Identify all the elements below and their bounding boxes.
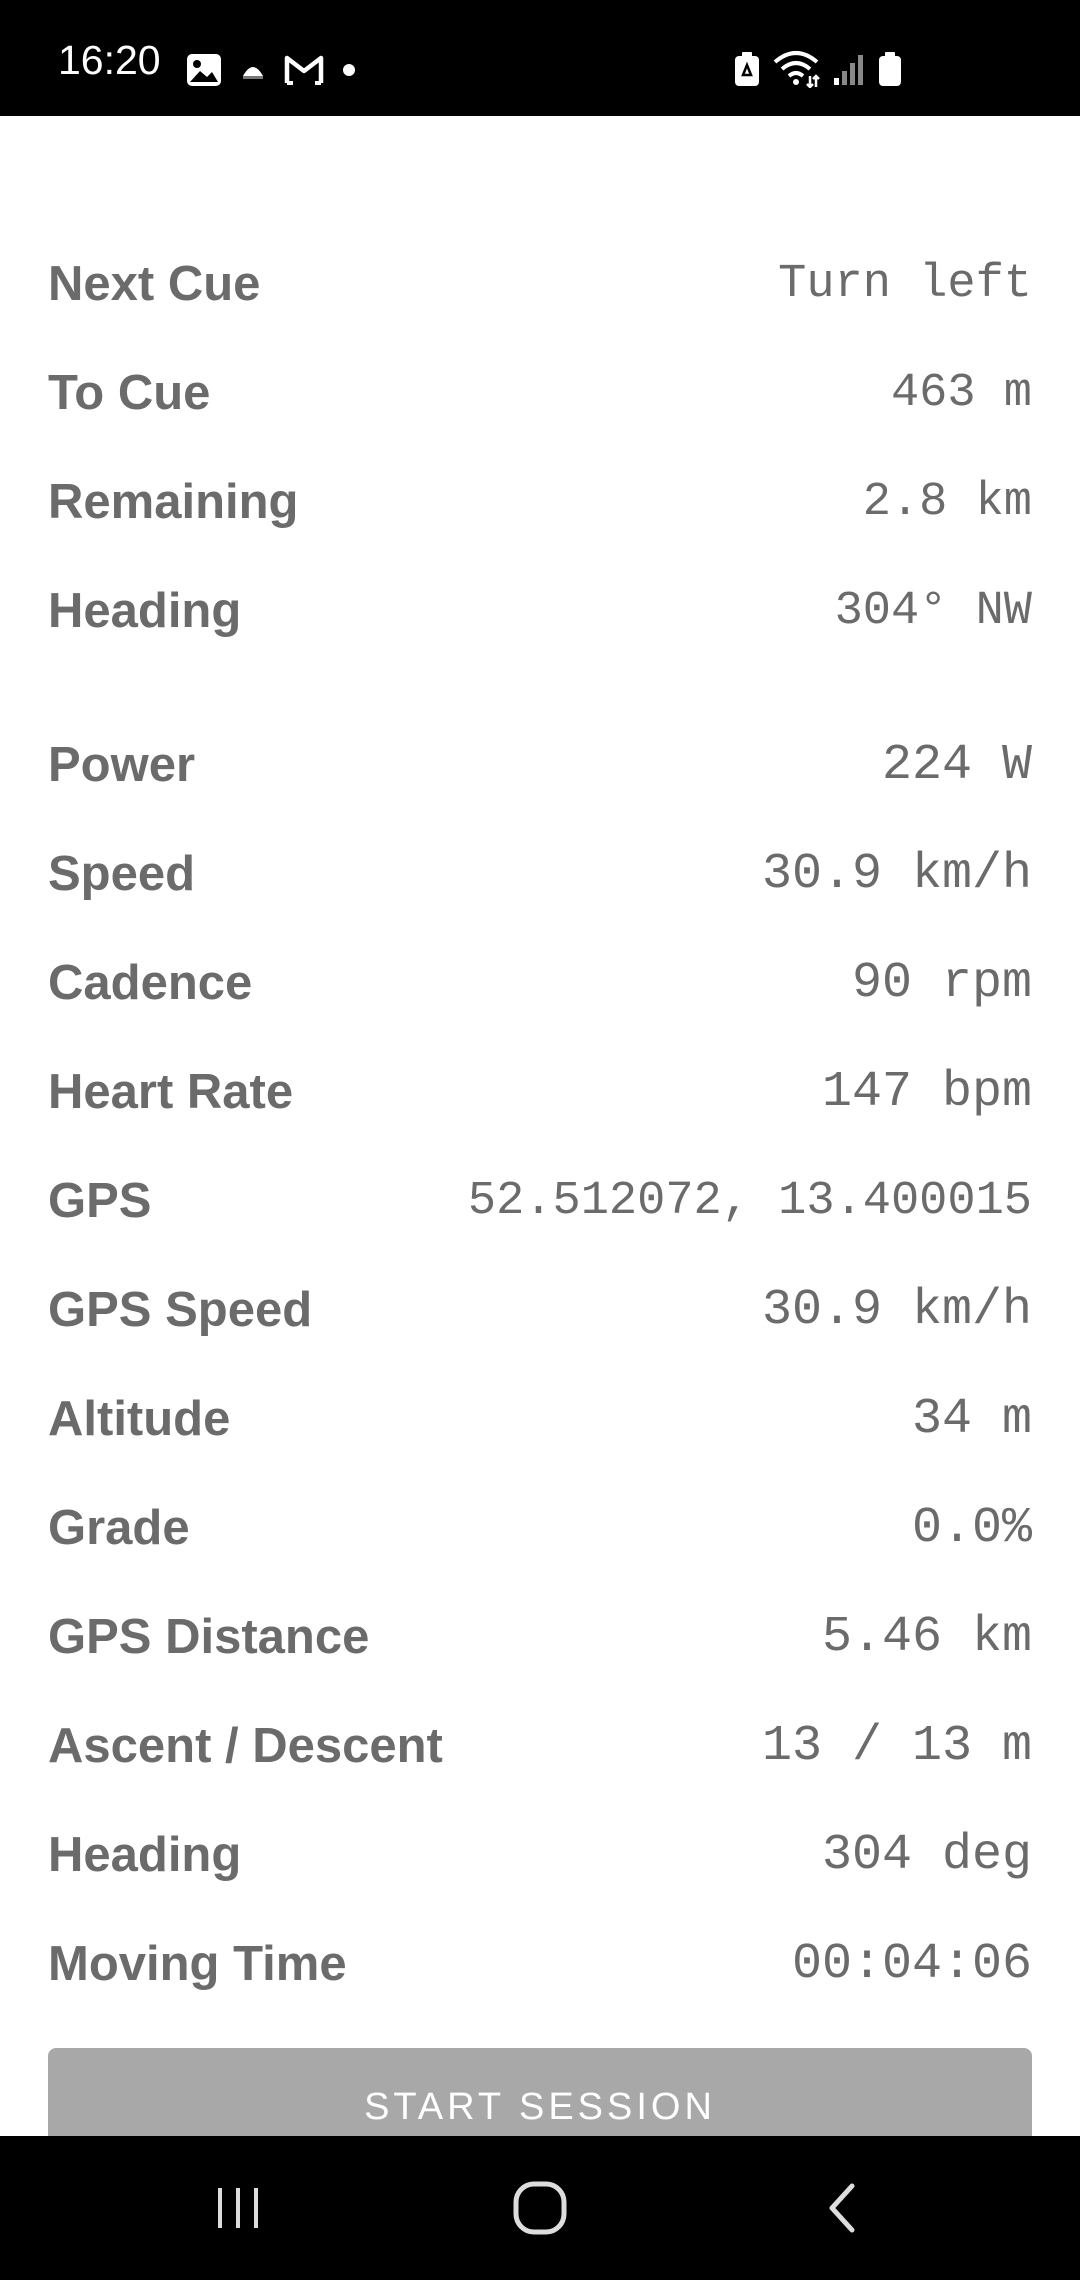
row-label: Heart Rate: [48, 1065, 294, 1119]
row-label: Next Cue: [48, 257, 261, 311]
row-value: 304 deg: [821, 1826, 1032, 1884]
gps-row: GPS 52.512072, 13.400015: [48, 1161, 1032, 1241]
row-value: 304° NW: [834, 584, 1032, 638]
nav-heading-row: Heading 304° NW: [48, 571, 1032, 651]
status-bar: 16:20: [0, 0, 1080, 116]
row-label: Moving Time: [48, 1937, 347, 1991]
heading-row: Heading 304 deg: [48, 1815, 1032, 1895]
row-value: 90 rpm: [851, 954, 1032, 1012]
back-icon: [829, 2183, 855, 2233]
gallery-icon: [186, 53, 222, 87]
sensor-data-panel: Next Cue Turn left To Cue 463 m Remainin…: [0, 116, 1080, 2136]
recents-icon: [218, 2188, 258, 2228]
start-session-button[interactable]: START SESSION: [48, 2048, 1032, 2136]
row-label: To Cue: [48, 366, 211, 420]
battery-saver-icon: [734, 51, 760, 87]
altitude-row: Altitude 34 m: [48, 1379, 1032, 1459]
wifi-icon: [772, 50, 820, 88]
row-value: 2.8 km: [862, 475, 1032, 529]
cadence-row: Cadence 90 rpm: [48, 943, 1032, 1023]
grade-row: Grade 0.0%: [48, 1488, 1032, 1568]
row-value: 147 bpm: [821, 1063, 1032, 1121]
row-value: 30.9 km/h: [761, 1281, 1032, 1339]
home-icon: [513, 2181, 567, 2235]
ascent-descent-row: Ascent / Descent 13 / 13 m: [48, 1706, 1032, 1786]
row-value: 5.46 km: [821, 1608, 1032, 1666]
row-value: 30.9 km/h: [761, 845, 1032, 903]
power-row: Power 224 W: [48, 725, 1032, 805]
notification-icon: [240, 58, 266, 82]
next-cue-row: Next Cue Turn left: [48, 244, 1032, 324]
to-cue-row: To Cue 463 m: [48, 353, 1032, 433]
row-value: 224 W: [881, 736, 1032, 794]
row-label: GPS: [48, 1174, 152, 1228]
row-label: GPS Distance: [48, 1610, 370, 1664]
row-value: 00:04:06: [791, 1935, 1032, 1993]
gps-speed-row: GPS Speed 30.9 km/h: [48, 1270, 1032, 1350]
row-value: 52.512072, 13.400015: [467, 1174, 1032, 1228]
row-label: Cadence: [48, 956, 253, 1010]
remaining-row: Remaining 2.8 km: [48, 462, 1032, 542]
row-value: Turn left: [778, 257, 1032, 311]
dot-icon: [342, 63, 356, 77]
signal-icon: [832, 52, 866, 86]
back-button[interactable]: [764, 2136, 924, 2280]
row-label: Power: [48, 738, 196, 792]
speed-row: Speed 30.9 km/h: [48, 834, 1032, 914]
status-time: 16:20: [58, 37, 161, 83]
row-value: 463 m: [890, 366, 1032, 420]
row-label: Ascent / Descent: [48, 1719, 443, 1773]
status-left-icons: [186, 50, 374, 90]
row-value: 34 m: [911, 1390, 1032, 1448]
battery-icon: [878, 51, 902, 87]
row-label: Grade: [48, 1501, 190, 1555]
row-label: Altitude: [48, 1392, 231, 1446]
row-value: 0.0%: [911, 1499, 1032, 1557]
moving-time-row: Moving Time 00:04:06: [48, 1924, 1032, 2004]
navigation-bar: [0, 2136, 1080, 2280]
recents-button[interactable]: [158, 2136, 318, 2280]
status-right-icons: [722, 48, 902, 90]
gps-distance-row: GPS Distance 5.46 km: [48, 1597, 1032, 1677]
row-value: 13 / 13 m: [761, 1717, 1032, 1775]
heart-rate-row: Heart Rate 147 bpm: [48, 1052, 1032, 1132]
row-label: GPS Speed: [48, 1283, 313, 1337]
gmail-icon: [284, 55, 324, 85]
row-label: Remaining: [48, 475, 299, 529]
row-label: Heading: [48, 1828, 242, 1882]
row-label: Speed: [48, 847, 196, 901]
home-button[interactable]: [460, 2136, 620, 2280]
row-label: Heading: [48, 584, 242, 638]
